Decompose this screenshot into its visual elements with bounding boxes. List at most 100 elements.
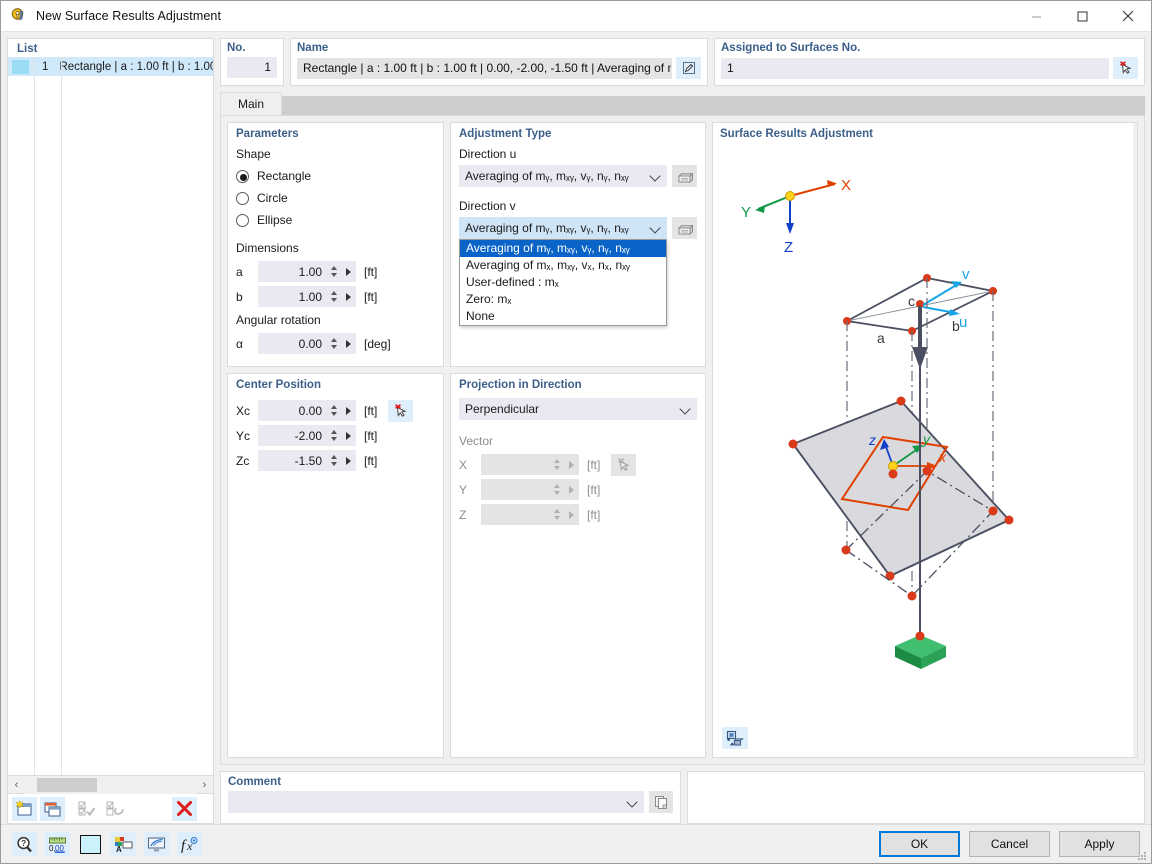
display-properties-icon[interactable]: A <box>111 832 136 856</box>
radio-ellipse-icon[interactable] <box>236 213 249 227</box>
delete-item-button[interactable] <box>172 796 197 821</box>
direction-u-combobox[interactable]: Averaging of mᵧ, mₓᵧ, vᵧ, nᵧ, nₓᵧ <box>459 165 667 187</box>
dimension-a-expand-icon[interactable] <box>340 267 356 276</box>
adjustment-type-panel: Adjustment Type Direction u Averaging of… <box>450 122 706 367</box>
direction-v-dropdown-list[interactable]: Averaging of mᵧ, mₓᵧ, vᵧ, nᵧ, nₓᵧ Averag… <box>459 239 667 326</box>
formula-fx-icon[interactable]: f x <box>177 832 202 856</box>
global-axis-triad: X Y Z <box>741 177 851 256</box>
vector-x-row: X [ft] <box>459 452 697 477</box>
angular-rotation-expand-icon[interactable] <box>340 339 356 348</box>
svg-text:c: c <box>908 293 915 309</box>
adjustment-type-title: Adjustment Type <box>459 128 552 140</box>
shape-option-rectangle[interactable]: Rectangle <box>236 165 435 187</box>
list-item-label: Rectangle | a : 1.00 ft | b : 1.00 f <box>59 60 213 73</box>
cancel-button[interactable]: Cancel <box>969 831 1050 857</box>
view-panel[interactable]: Surface Results Adjustment X Y Z a b c v… <box>712 122 1138 758</box>
svg-text:z: z <box>868 432 876 448</box>
center-xc-arrows[interactable] <box>327 405 340 416</box>
dimension-b-value[interactable]: 1.00 <box>258 290 327 304</box>
chevron-down-icon[interactable] <box>650 223 661 234</box>
angular-rotation-value[interactable]: 0.00 <box>258 337 327 351</box>
edit-pencil-icon[interactable] <box>676 57 701 79</box>
app-icon <box>10 7 28 25</box>
chevron-down-icon[interactable] <box>650 171 661 182</box>
center-yc-stepper[interactable]: -2.00 <box>258 425 356 446</box>
invert-selection-button[interactable] <box>102 797 127 821</box>
ok-button[interactable]: OK <box>879 831 960 857</box>
vector-x-arrows <box>550 459 563 470</box>
projection-mode-combobox[interactable]: Perpendicular <box>459 398 697 420</box>
angular-rotation-arrows[interactable] <box>327 338 340 349</box>
scroll-track[interactable] <box>25 775 196 794</box>
svg-text:Z: Z <box>784 239 793 256</box>
units-ruler-icon[interactable]: 0, 00 <box>45 832 70 856</box>
chevron-down-icon[interactable] <box>680 404 691 415</box>
name-input[interactable]: Rectangle | a : 1.00 ft | b : 1.00 ft | … <box>297 57 672 79</box>
center-xc-expand-icon[interactable] <box>340 406 356 415</box>
dimension-b-expand-icon[interactable] <box>340 292 356 301</box>
no-input[interactable]: 1 <box>227 57 277 78</box>
pick-cursor-icon[interactable] <box>1113 57 1138 79</box>
dropdown-option[interactable]: None <box>460 308 666 325</box>
angular-rotation-stepper[interactable]: 0.00 <box>258 333 356 354</box>
shape-option-circle[interactable]: Circle <box>236 187 435 209</box>
scroll-thumb[interactable] <box>37 777 97 792</box>
dimension-a-stepper[interactable]: 1.00 <box>258 261 356 282</box>
dropdown-option[interactable]: Averaging of mₓ, mₓᵧ, vₓ, nₓ, nₓᵧ <box>460 257 666 274</box>
dimension-a-value[interactable]: 1.00 <box>258 265 327 279</box>
projection-title: Projection in Direction <box>459 379 582 391</box>
dropdown-option[interactable]: User-defined : mₓ <box>460 274 666 291</box>
dimension-b-stepper[interactable]: 1.00 <box>258 286 356 307</box>
list-horizontal-scrollbar[interactable]: ‹ › <box>7 775 214 794</box>
apply-button[interactable]: Apply <box>1059 831 1140 857</box>
tab-main[interactable]: Main <box>220 92 282 115</box>
direction-u-edit-table-icon[interactable] <box>672 165 697 187</box>
radio-circle-icon[interactable] <box>236 191 249 205</box>
shape-option-ellipse[interactable]: Ellipse <box>236 209 435 231</box>
select-all-button[interactable] <box>74 797 99 821</box>
tab-strip: Main <box>220 92 1145 115</box>
copy-comment-icon[interactable] <box>649 791 673 813</box>
scroll-right-icon[interactable]: › <box>196 779 213 791</box>
resize-grip[interactable] <box>1137 850 1147 860</box>
center-xc-value[interactable]: 0.00 <box>258 404 327 418</box>
help-magnifier-icon[interactable]: ? <box>12 832 37 856</box>
center-zc-stepper[interactable]: -1.50 <box>258 450 356 471</box>
assigned-input[interactable]: 1 <box>721 57 1109 79</box>
center-zc-arrows[interactable] <box>327 455 340 466</box>
center-zc-value[interactable]: -1.50 <box>258 454 327 468</box>
chevron-down-icon[interactable] <box>627 797 638 808</box>
color-swatch-icon[interactable] <box>78 832 103 856</box>
center-yc-arrows[interactable] <box>327 430 340 441</box>
copy-item-button[interactable] <box>40 796 65 821</box>
scroll-left-icon[interactable]: ‹ <box>8 779 25 791</box>
direction-v-edit-table-icon[interactable] <box>672 217 697 239</box>
center-xc-stepper[interactable]: 0.00 <box>258 400 356 421</box>
dialog-window: New Surface Results Adjustment List 1 Re… <box>0 0 1152 864</box>
result-surface <box>788 396 1014 581</box>
list-rows: 1 Rectangle | a : 1.00 ft | b : 1.00 f <box>8 57 213 775</box>
close-button[interactable] <box>1105 1 1151 32</box>
dimension-a-arrows[interactable] <box>327 266 340 277</box>
view-scrollbar[interactable] <box>1133 123 1137 757</box>
dropdown-option[interactable]: Averaging of mᵧ, mₓᵧ, vᵧ, nᵧ, nₓᵧ <box>460 240 666 257</box>
vector-z-unit: [ft] <box>587 507 601 522</box>
center-zc-expand-icon[interactable] <box>340 456 356 465</box>
radio-rectangle-icon[interactable] <box>236 169 249 183</box>
dropdown-option[interactable]: Zero: mₓ <box>460 291 666 308</box>
center-yc-expand-icon[interactable] <box>340 431 356 440</box>
maximize-button[interactable] <box>1059 1 1105 32</box>
direction-v-combobox[interactable]: Averaging of mᵧ, mₓᵧ, vᵧ, nᵧ, nₓᵧ <box>459 217 667 239</box>
vector-pick-cursor-icon[interactable] <box>611 453 637 476</box>
render-screen-icon[interactable] <box>144 832 169 856</box>
comment-input[interactable] <box>228 791 644 813</box>
center-zc-unit: [ft] <box>364 453 378 468</box>
center-yc-row: Yc -2.00 [ft] <box>236 423 435 448</box>
center-position-pick-cursor-icon[interactable] <box>388 399 414 422</box>
list-item[interactable]: 1 Rectangle | a : 1.00 ft | b : 1.00 f <box>8 57 213 76</box>
minimize-button[interactable] <box>1013 1 1059 32</box>
dimension-b-arrows[interactable] <box>327 291 340 302</box>
new-item-button[interactable] <box>12 796 37 821</box>
view-settings-icon[interactable] <box>722 727 748 749</box>
center-yc-value[interactable]: -2.00 <box>258 429 327 443</box>
